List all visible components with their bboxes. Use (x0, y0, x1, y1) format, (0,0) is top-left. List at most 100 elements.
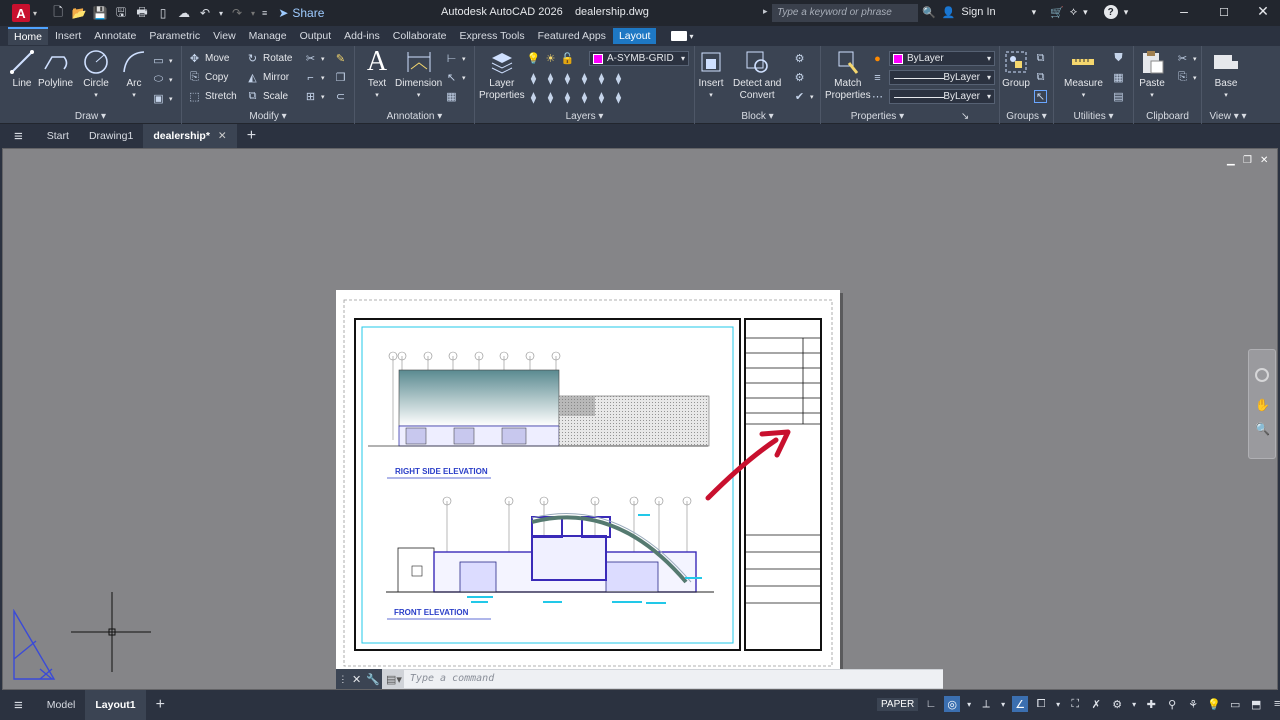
mobile-icon[interactable]: ▯ (156, 6, 170, 20)
circle-tool[interactable]: Circle ▾ (82, 48, 110, 102)
add-layout-icon[interactable]: + (146, 690, 175, 720)
edit-block-button[interactable]: ⚙ (793, 71, 806, 84)
layer-state-icons[interactable]: 💡 ☀ 🔓 (527, 52, 575, 65)
base-dropdown-icon[interactable]: ▾ (1224, 90, 1228, 102)
copy-button[interactable]: ⎘ Copy (188, 71, 228, 84)
object-snap-dropdown-icon[interactable]: ▾ (1054, 696, 1062, 712)
linear-dim-button[interactable]: ⊢ ▾ (445, 52, 466, 65)
close-icon[interactable]: ✕ (1253, 3, 1273, 20)
rotate-button[interactable]: ↻ Rotate (246, 52, 293, 65)
rectangle-dropdown-icon[interactable]: ▾ (169, 57, 173, 65)
hardware-acceleration-icon[interactable]: ▭ (1227, 696, 1243, 712)
layer-tools-row1[interactable]: ⧫ ⧫ ⧫ ⧫ ⧫ ⧫ (527, 72, 625, 85)
cut-dropdown-icon[interactable]: ▾ (1193, 55, 1197, 63)
print-icon[interactable]: 🖶 (135, 5, 149, 20)
app-menu-dropdown-icon[interactable]: ▾ (33, 9, 37, 18)
command-line-close-icon[interactable]: ✕ (352, 673, 361, 686)
linetype-button[interactable]: ⋯ (871, 90, 884, 103)
calculator-button[interactable]: ▤ (1112, 90, 1125, 103)
modify-panel-label[interactable]: Modify ▾ (182, 111, 354, 122)
view-panel-label[interactable]: View ▾ ▾ (1202, 111, 1254, 122)
layout1-tab[interactable]: Layout1 (85, 690, 146, 720)
help-icon[interactable]: ? (1103, 5, 1118, 19)
command-line-customize-icon[interactable]: 🔧 (366, 673, 380, 686)
color-dropdown[interactable]: ByLayer ▾ (889, 51, 995, 66)
undo-icon[interactable]: ↶ (198, 6, 212, 20)
array-dropdown-icon[interactable]: ▾ (321, 93, 325, 101)
share-button[interactable]: ➤ Share (278, 6, 324, 20)
viewport-minimize-icon[interactable]: ▁ (1227, 155, 1235, 166)
mirror-button[interactable]: ◭ Mirror (246, 71, 289, 84)
tab-collaborate[interactable]: Collaborate (387, 28, 453, 44)
clean-screen-icon[interactable]: ⬒ (1248, 696, 1264, 712)
fillet-dropdown-icon[interactable]: ▾ (321, 74, 325, 82)
sign-in-dropdown-icon[interactable]: ▾ (1032, 7, 1037, 18)
boundary-tool[interactable]: ▣ ▾ (152, 92, 172, 105)
block-panel-label[interactable]: Block ▾ (695, 111, 820, 122)
stretch-button[interactable]: ⬚ Stretch (188, 90, 236, 103)
pan-icon[interactable]: ✋ (1255, 398, 1270, 412)
new-file-icon[interactable]: 🗋 (51, 5, 65, 20)
tab-home[interactable]: Home (8, 27, 49, 45)
isolate-objects-icon[interactable]: 💡 (1206, 696, 1222, 712)
layer-properties-tool[interactable]: Layer Properties (479, 48, 525, 102)
base-tool[interactable]: Base ▾ (1212, 48, 1240, 102)
object-snap-icon[interactable]: ⧠ (1033, 696, 1049, 712)
user-icon[interactable]: 👤 (942, 6, 956, 19)
layer-off-icon[interactable]: ⧫ (612, 72, 625, 85)
paste-tool[interactable]: Paste ▾ (1138, 48, 1166, 102)
hatch-tool[interactable]: ⬭ ▾ (152, 73, 173, 86)
navigation-bar[interactable]: ✋ 🔍 (1248, 349, 1276, 459)
tab-annotate[interactable]: Annotate (88, 28, 142, 44)
minimize-icon[interactable]: – (1174, 3, 1194, 19)
ribbon-minimize-icon[interactable] (671, 31, 688, 41)
tab-output[interactable]: Output (294, 28, 338, 44)
lineweight-dropdown[interactable]: ByLayer ▾ (889, 89, 995, 104)
viewport-restore-icon[interactable]: ❐ (1243, 155, 1252, 166)
undo-dropdown-icon[interactable]: ▾ (219, 9, 223, 18)
rectangle-tool[interactable]: ▭ ▾ (152, 54, 173, 67)
ribbon-minimize-dropdown-icon[interactable]: ▾ (689, 32, 693, 41)
app-dropdown-icon[interactable]: ▾ (1083, 7, 1088, 18)
layer-freeze-icon[interactable]: ⧫ (595, 72, 608, 85)
drawing-canvas[interactable]: ▁ ❐ ✕ RIGHT SIDE ELEVATION FRONT ELEVATI… (2, 148, 1278, 690)
ungroup-button[interactable]: ⧉ (1034, 52, 1047, 65)
text-dropdown-icon[interactable]: ▾ (375, 90, 379, 102)
offset-button[interactable]: ⊂ (334, 90, 347, 103)
insert-tool[interactable]: Insert ▾ (697, 48, 725, 102)
match-properties-tool[interactable]: Match Properties (825, 48, 871, 102)
cloud-icon[interactable]: ☁ (177, 6, 191, 20)
doc-tab-start[interactable]: Start (37, 124, 79, 148)
hamburger-menu-icon[interactable]: ≡ (0, 124, 37, 148)
tab-view[interactable]: View (207, 28, 242, 44)
command-line-grip-icon[interactable]: ⋮ (338, 674, 347, 685)
quick-properties-icon[interactable]: ⚘ (1185, 696, 1201, 712)
layer-on-icon[interactable]: ⧫ (561, 91, 574, 104)
isodraft-icon[interactable]: ⟂ (978, 696, 994, 712)
search-expand-icon[interactable]: ▸ (763, 6, 768, 17)
layout-paper-sheet[interactable]: RIGHT SIDE ELEVATION FRONT ELEVATION (336, 290, 840, 678)
properties-dialog-launcher-icon[interactable]: ↘ (961, 111, 969, 122)
linear-dim-dropdown-icon[interactable]: ▾ (462, 55, 466, 63)
tab-featured-apps[interactable]: Featured Apps (532, 28, 612, 44)
text-tool[interactable]: A Text ▾ (363, 48, 391, 102)
close-tab-icon[interactable]: ✕ (218, 130, 227, 142)
qat-customize-icon[interactable]: ≡ (262, 8, 267, 18)
tab-parametric[interactable]: Parametric (143, 28, 206, 44)
measure-tool[interactable]: Measure ▾ (1064, 48, 1103, 102)
clipboard-panel-label[interactable]: Clipboard (1134, 111, 1201, 122)
trim-dropdown-icon[interactable]: ▾ (321, 55, 325, 63)
polar-tracking-icon[interactable]: ◎ (944, 696, 961, 712)
lineweight-button[interactable]: ≡ (871, 71, 884, 84)
create-block-button[interactable]: ⚙ (793, 52, 806, 65)
layer-walk-icon[interactable]: ⧫ (612, 91, 625, 104)
copy-clip-dropdown-icon[interactable]: ▾ (1193, 74, 1197, 82)
layer-unisolate-icon[interactable]: ⧫ (527, 91, 540, 104)
paste-dropdown-icon[interactable]: ▾ (1150, 90, 1154, 102)
autodesk-app-icon[interactable]: ⟡ (1070, 6, 1077, 19)
steering-wheel-icon[interactable] (1255, 368, 1269, 382)
tab-layout[interactable]: Layout (612, 28, 657, 44)
make-current-icon[interactable]: ⧫ (527, 72, 540, 85)
table-button[interactable]: ▦ (445, 90, 458, 103)
object-snap-tracking-icon[interactable]: ∠ (1012, 696, 1029, 712)
